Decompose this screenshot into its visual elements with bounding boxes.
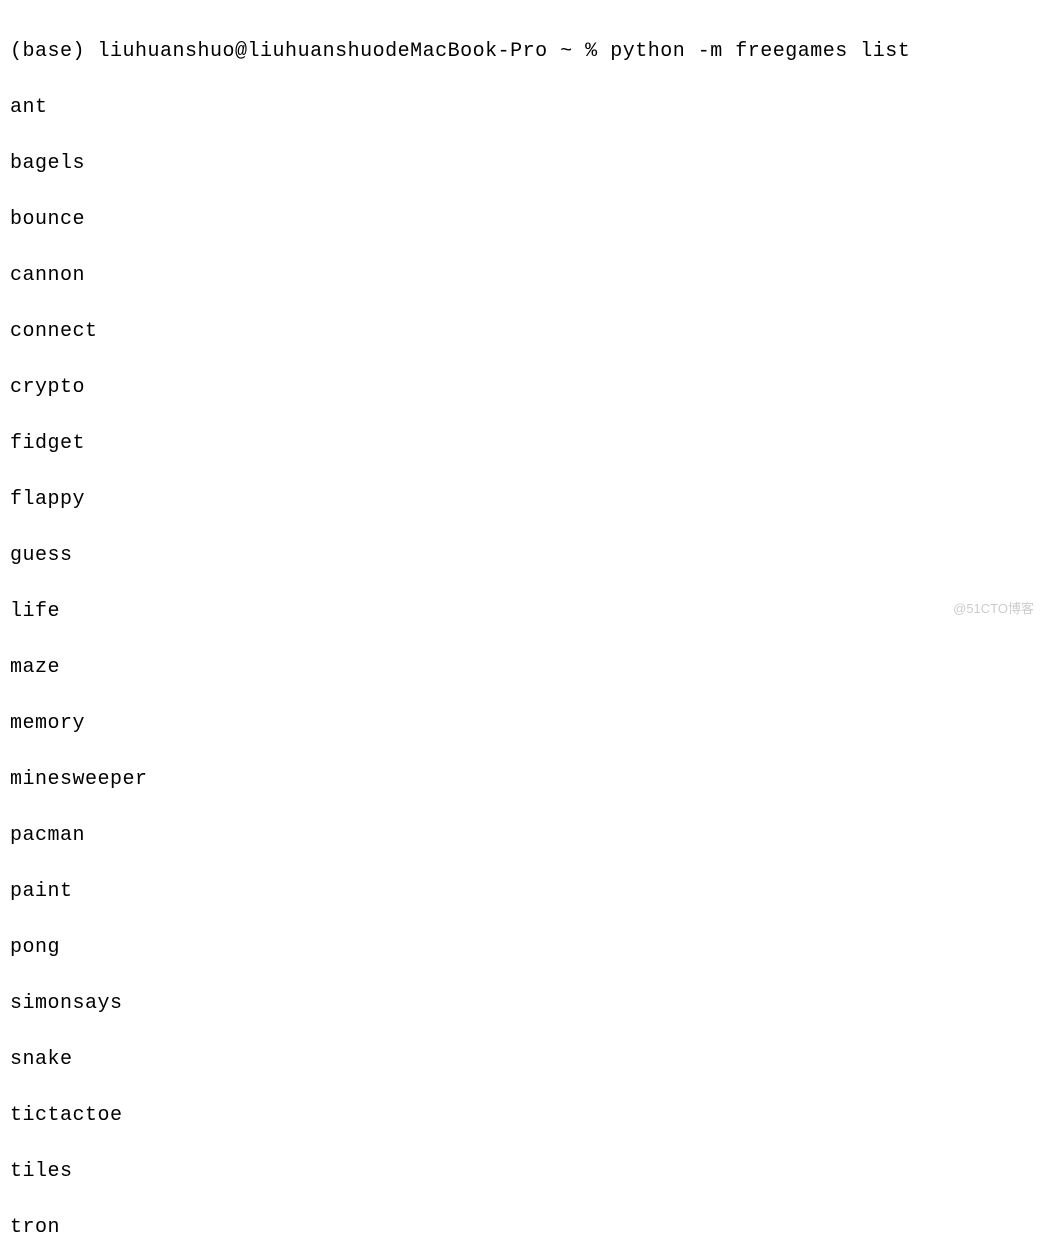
list-item: guess [10, 542, 1034, 570]
prompt-env: (base) [10, 40, 85, 63]
list-item: bagels [10, 150, 1034, 178]
list-item: pong [10, 934, 1034, 962]
list-item: bounce [10, 206, 1034, 234]
prompt-symbol: % [585, 40, 598, 63]
list-item: snake [10, 1046, 1034, 1074]
prompt-command: python -m freegames list [610, 40, 910, 63]
list-item: ant [10, 94, 1034, 122]
list-item: cannon [10, 262, 1034, 290]
list-item: minesweeper [10, 766, 1034, 794]
list-item: simonsays [10, 990, 1034, 1018]
list-item: tron [10, 1214, 1034, 1242]
prompt-user-host: liuhuanshuo@liuhuanshuodeMacBook-Pro [98, 40, 548, 63]
list-item: pacman [10, 822, 1034, 850]
list-item: tictactoe [10, 1102, 1034, 1130]
list-item: memory [10, 710, 1034, 738]
prompt-line: (base) liuhuanshuo@liuhuanshuodeMacBook-… [10, 38, 1034, 66]
list-item: tiles [10, 1158, 1034, 1186]
list-item: fidget [10, 430, 1034, 458]
list-item: flappy [10, 486, 1034, 514]
list-item: life [10, 598, 1034, 626]
prompt-path: ~ [560, 40, 573, 63]
list-item: crypto [10, 374, 1034, 402]
list-item: paint [10, 878, 1034, 906]
terminal-output[interactable]: (base) liuhuanshuo@liuhuanshuodeMacBook-… [10, 10, 1034, 1248]
list-item: connect [10, 318, 1034, 346]
list-item: maze [10, 654, 1034, 682]
watermark-text: @51CTO博客 [953, 600, 1034, 618]
